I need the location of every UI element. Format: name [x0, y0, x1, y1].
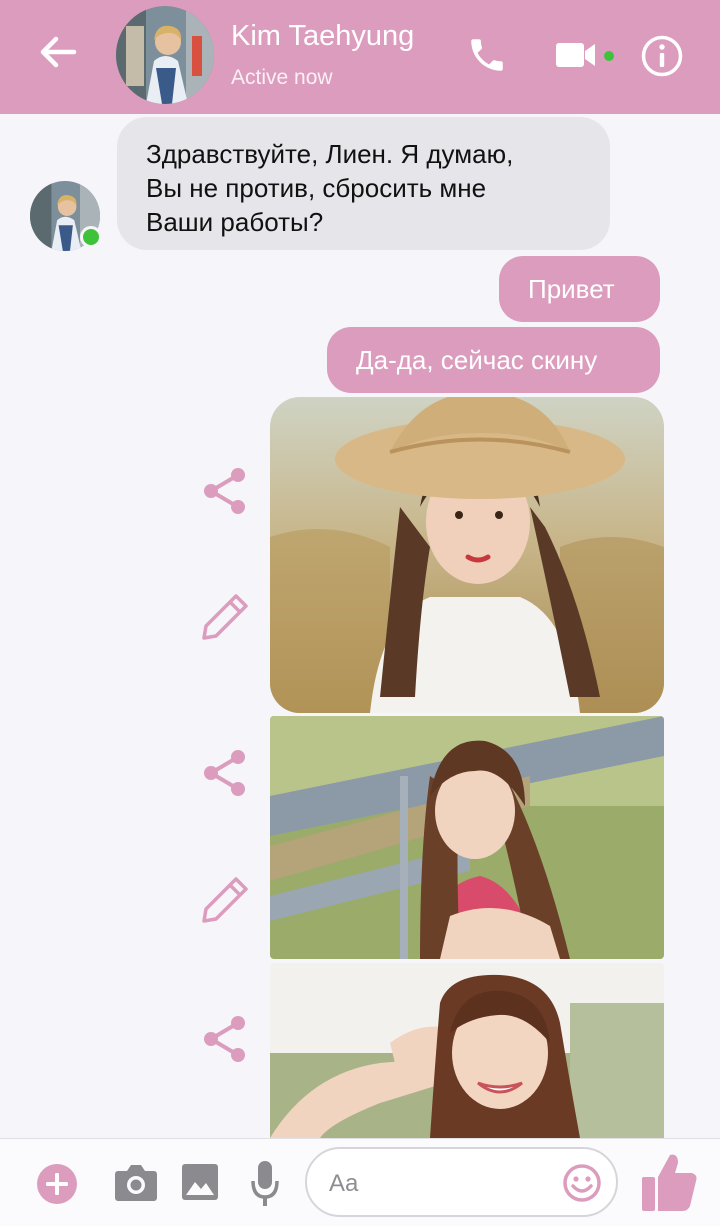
share-icon[interactable]: [202, 467, 246, 515]
photo-message[interactable]: [270, 397, 664, 713]
share-icon[interactable]: [202, 1015, 246, 1063]
info-icon[interactable]: [640, 34, 684, 78]
outgoing-message[interactable]: Привет: [499, 256, 660, 322]
online-indicator: [80, 226, 102, 248]
emoji-icon[interactable]: [562, 1163, 602, 1203]
microphone-icon[interactable]: [250, 1159, 280, 1207]
edit-pencil-icon[interactable]: [198, 592, 250, 644]
thumbs-up-icon[interactable]: [640, 1151, 698, 1213]
image-icon[interactable]: [181, 1163, 219, 1201]
outgoing-message[interactable]: Да-да, сейчас скину: [327, 327, 660, 393]
video-online-dot: [604, 51, 614, 61]
photo-message[interactable]: [270, 963, 664, 1138]
message-input[interactable]: [329, 1167, 549, 1201]
contact-name[interactable]: Kim Taehyung: [231, 20, 414, 53]
camera-icon[interactable]: [114, 1163, 158, 1203]
message-compose-field[interactable]: [305, 1147, 618, 1217]
photo-message[interactable]: [270, 716, 664, 959]
composer-bar: [0, 1138, 720, 1226]
message-list[interactable]: Здравствуйте, Лиен. Я думаю, Вы не проти…: [0, 114, 720, 1138]
chat-header: Kim Taehyung Active now: [0, 0, 720, 114]
plus-icon[interactable]: [36, 1163, 78, 1205]
phone-icon[interactable]: [466, 34, 508, 76]
contact-status: Active now: [231, 66, 333, 89]
contact-avatar[interactable]: [116, 6, 214, 104]
video-camera-icon[interactable]: [554, 38, 598, 72]
share-icon[interactable]: [202, 749, 246, 797]
incoming-message[interactable]: Здравствуйте, Лиен. Я думаю, Вы не проти…: [117, 117, 610, 250]
edit-pencil-icon[interactable]: [198, 875, 250, 927]
back-arrow-icon[interactable]: [36, 30, 80, 74]
